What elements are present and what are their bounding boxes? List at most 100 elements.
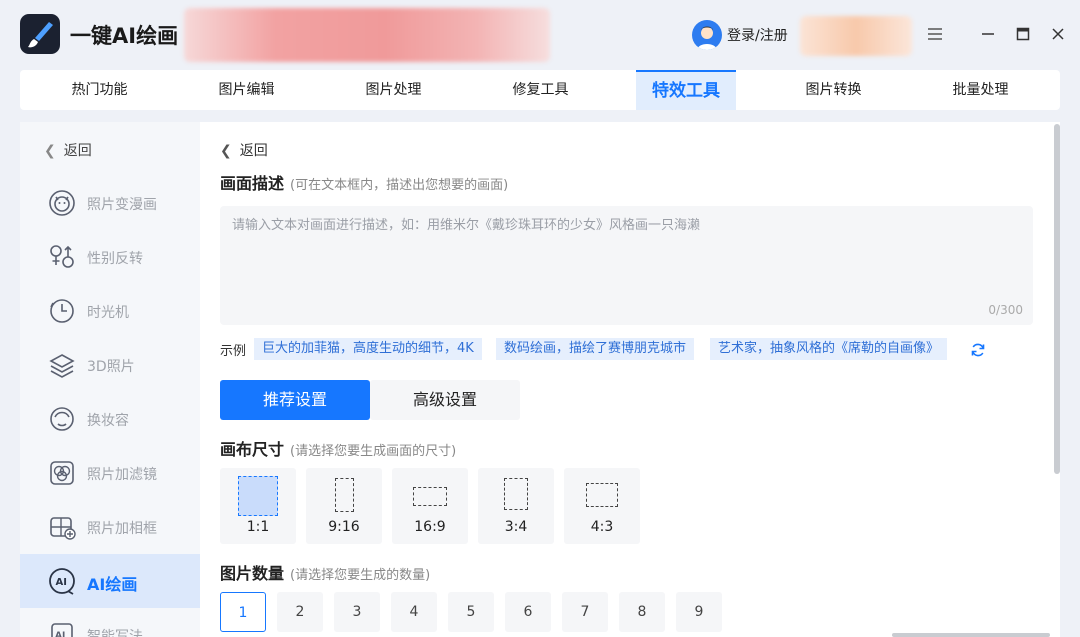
sidebar-item-label: 照片变漫画	[87, 197, 157, 213]
main-back-label: 返回	[239, 143, 268, 159]
close-icon[interactable]	[1046, 22, 1070, 46]
title-bar: 一键AI绘画 登录/注册	[0, 0, 1080, 70]
svg-text:AI: AI	[56, 577, 67, 588]
ai-paint-icon: AI	[49, 568, 75, 595]
count-option[interactable]: 1	[220, 592, 266, 632]
gender-swap-icon	[50, 245, 74, 268]
chevron-left-icon: ❮	[44, 143, 56, 159]
sidebar-item-makeup[interactable]: 换妆容	[20, 392, 200, 446]
nav-tab-effects[interactable]: 特效工具	[636, 70, 736, 110]
user-avatar-icon[interactable]	[692, 20, 722, 50]
examples-label: 示例	[220, 344, 247, 359]
ratio-label: 3:4	[504, 519, 528, 535]
sidebar-back-label: 返回	[63, 143, 92, 159]
description-input[interactable]	[220, 206, 1033, 325]
app-title: 一键AI绘画	[70, 24, 179, 48]
ratio-option-16-9[interactable]: 16:9	[392, 468, 468, 544]
svg-text:AI: AI	[55, 631, 65, 637]
count-hint: (请选择您要生成的数量)	[290, 568, 431, 583]
advanced-settings-tab[interactable]: 高级设置	[370, 380, 520, 420]
example-chip[interactable]: 数码绘画，描绘了赛博朋克城市	[496, 338, 695, 360]
description-input-wrap: 0/300	[220, 206, 1033, 325]
recommended-settings-tab[interactable]: 推荐设置	[220, 380, 370, 420]
menu-icon[interactable]	[923, 22, 947, 46]
filter-icon	[50, 461, 74, 485]
sidebar-back-button[interactable]: ❮ 返回	[44, 140, 92, 160]
sidebar-item-cartoon[interactable]: 照片变漫画	[20, 176, 200, 230]
count-option[interactable]: 8	[619, 592, 665, 632]
main-panel: ❮ 返回 画面描述 (可在文本框内，描述出您想要的画面) 0/300 示例 巨大的加…	[200, 122, 1060, 637]
count-title: 图片数量	[220, 564, 285, 583]
blurred-banner	[184, 8, 550, 62]
ratio-shape	[586, 483, 618, 507]
ratio-shape	[335, 478, 354, 512]
maximize-icon[interactable]	[1011, 22, 1035, 46]
ratio-label: 16:9	[414, 519, 446, 535]
sidebar-item-3d[interactable]: 3D照片	[20, 338, 200, 392]
sidebar-item-label: 照片加滤镜	[87, 467, 157, 483]
main-back-button[interactable]: ❮ 返回	[220, 140, 268, 160]
blurred-badge	[800, 16, 912, 56]
count-option[interactable]: 5	[448, 592, 494, 632]
chevron-left-icon: ❮	[220, 143, 232, 159]
ratio-option-3-4[interactable]: 3:4	[478, 468, 554, 544]
count-option[interactable]: 6	[505, 592, 551, 632]
description-section-title: 画面描述 (可在文本框内，描述出您想要的画面)	[220, 170, 508, 194]
sidebar-item-ai-paint[interactable]: AI AI绘画	[20, 554, 200, 608]
sidebar-item-label: 3D照片	[87, 359, 135, 375]
top-nav: 热门功能 图片编辑 图片处理 修复工具 特效工具 图片转换 批量处理	[20, 70, 1060, 110]
sidebar-item-frame[interactable]: 照片加相框	[20, 500, 200, 554]
ratio-label: 4:3	[590, 519, 614, 535]
sidebar-item-label: 换妆容	[87, 413, 129, 429]
ratio-label: 9:16	[328, 519, 360, 535]
ratio-shape	[504, 478, 528, 510]
count-option[interactable]: 7	[562, 592, 608, 632]
ratio-shape	[413, 487, 447, 506]
nav-tab-convert[interactable]: 图片转换	[760, 70, 907, 110]
main-scrollbar[interactable]	[1054, 124, 1060, 474]
canvas-section-title: 画布尺寸 (请选择您要生成画面的尺寸)	[220, 436, 456, 460]
nav-tab-hot[interactable]: 热门功能	[26, 70, 173, 110]
makeup-face-icon	[50, 407, 74, 431]
ratio-shape	[238, 476, 278, 516]
nav-tab-edit[interactable]: 图片编辑	[173, 70, 320, 110]
description-hint: (可在文本框内，描述出您想要的画面)	[290, 178, 509, 193]
ratio-option-9-16[interactable]: 9:16	[306, 468, 382, 544]
sidebar-item-filter[interactable]: 照片加滤镜	[20, 446, 200, 500]
count-option[interactable]: 4	[391, 592, 437, 632]
minimize-icon[interactable]	[976, 22, 1000, 46]
cartoon-face-icon	[49, 190, 75, 216]
count-option[interactable]: 2	[277, 592, 323, 632]
count-section-title: 图片数量 (请选择您要生成的数量)	[220, 560, 430, 584]
char-counter: 0/300	[988, 303, 1023, 317]
ratio-option-1-1[interactable]: 1:1	[220, 468, 296, 544]
count-option[interactable]: 9	[676, 592, 722, 632]
ratio-label: 1:1	[246, 519, 270, 535]
clock-icon	[50, 299, 74, 323]
sidebar-item-label: 照片加相框	[87, 521, 157, 537]
sidebar-item-label: 智能写法	[87, 629, 143, 637]
example-chip[interactable]: 艺术家，抽象风格的《席勒的自画像》	[710, 338, 948, 360]
canvas-title: 画布尺寸	[220, 440, 285, 459]
nav-tab-repair[interactable]: 修复工具	[467, 70, 614, 110]
ai-write-icon: AI	[51, 623, 73, 637]
sidebar-item-label: 时光机	[87, 305, 129, 321]
sidebar-item-ai-write[interactable]: AI 智能写法	[20, 608, 200, 637]
sidebar-item-label: AI绘画	[87, 575, 138, 594]
login-register-link[interactable]: 登录/注册	[727, 25, 788, 45]
example-chip[interactable]: 巨大的加菲猫，高度生动的细节，4K	[254, 338, 482, 360]
ratio-option-4-3[interactable]: 4:3	[564, 468, 640, 544]
sidebar-item-gender[interactable]: 性别反转	[20, 230, 200, 284]
description-title: 画面描述	[220, 174, 285, 193]
refresh-examples-icon[interactable]	[970, 342, 986, 358]
bottom-scroll-indicator	[892, 633, 1050, 637]
canvas-hint: (请选择您要生成画面的尺寸)	[290, 444, 457, 459]
sidebar-item-label: 性别反转	[87, 251, 143, 267]
app-logo-icon	[20, 14, 60, 54]
nav-tab-process[interactable]: 图片处理	[320, 70, 467, 110]
nav-tab-batch[interactable]: 批量处理	[907, 70, 1054, 110]
layers-icon	[49, 354, 75, 378]
sidebar: ❮ 返回 照片变漫画 性别反转 时光机 3D照片 换妆容 照片加滤镜 照片加相框…	[20, 122, 200, 637]
sidebar-item-time-machine[interactable]: 时光机	[20, 284, 200, 338]
count-option[interactable]: 3	[334, 592, 380, 632]
